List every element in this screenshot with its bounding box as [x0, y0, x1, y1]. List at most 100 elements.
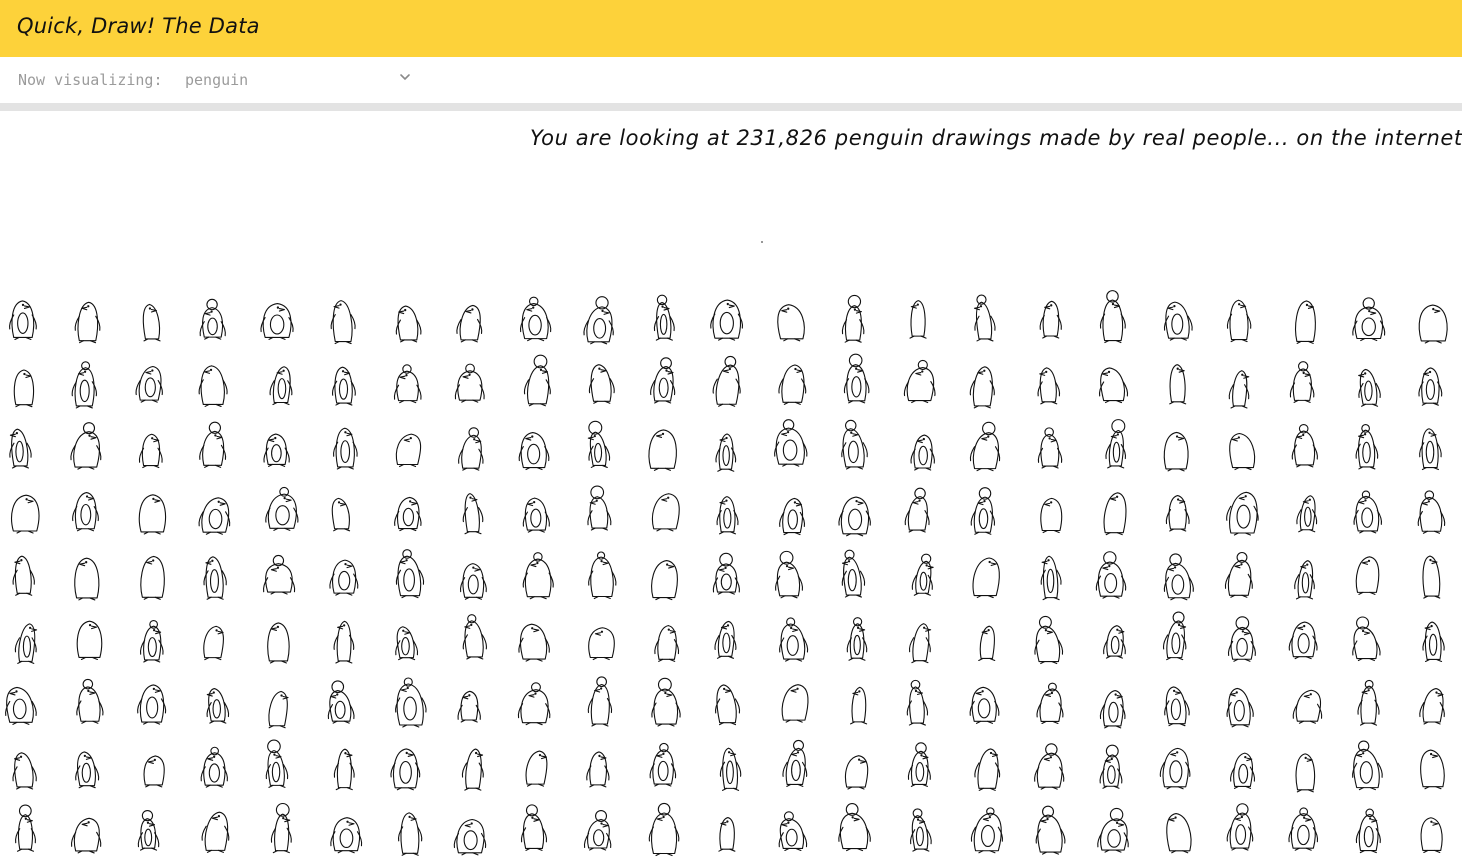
penguin-drawing[interactable]	[833, 353, 879, 412]
penguin-drawing[interactable]	[705, 355, 751, 412]
penguin-drawing[interactable]	[0, 484, 46, 540]
penguin-drawing[interactable]	[833, 419, 879, 476]
penguin-drawing[interactable]	[128, 484, 174, 540]
penguin-drawing[interactable]	[256, 292, 302, 348]
penguin-drawing[interactable]	[1346, 484, 1392, 540]
penguin-drawing[interactable]	[1282, 356, 1328, 412]
penguin-drawing[interactable]	[192, 548, 238, 604]
penguin-drawing[interactable]	[1154, 292, 1200, 348]
penguin-drawing[interactable]	[1410, 612, 1456, 668]
penguin-drawing[interactable]	[1346, 676, 1392, 732]
penguin-drawing[interactable]	[192, 292, 238, 348]
penguin-drawing[interactable]	[641, 548, 687, 604]
penguin-drawing[interactable]	[256, 356, 302, 412]
penguin-drawing[interactable]	[513, 740, 559, 796]
penguin-drawing[interactable]	[1346, 548, 1392, 604]
penguin-drawing[interactable]	[962, 356, 1008, 412]
penguin-drawing[interactable]	[449, 356, 495, 412]
penguin-drawing[interactable]	[128, 356, 174, 412]
penguin-drawing[interactable]	[1154, 676, 1200, 732]
penguin-drawing[interactable]	[833, 676, 879, 732]
penguin-drawing[interactable]	[1218, 356, 1264, 412]
penguin-drawing[interactable]	[64, 740, 110, 796]
penguin-drawing[interactable]	[769, 548, 815, 604]
penguin-drawing[interactable]	[1154, 356, 1200, 412]
app-title[interactable]: Quick, Draw! The Data	[17, 14, 260, 38]
penguin-drawing[interactable]	[385, 676, 431, 732]
penguin-drawing[interactable]	[321, 804, 367, 860]
penguin-drawing[interactable]	[1154, 611, 1200, 668]
penguin-drawing[interactable]	[0, 356, 46, 412]
penguin-drawing[interactable]	[705, 292, 751, 348]
penguin-drawing[interactable]	[962, 740, 1008, 796]
penguin-drawing[interactable]	[769, 804, 815, 860]
penguin-drawing[interactable]	[769, 419, 815, 476]
penguin-drawing[interactable]	[1154, 484, 1200, 540]
penguin-drawing[interactable]	[192, 740, 238, 796]
penguin-drawing[interactable]	[1218, 803, 1264, 860]
penguin-drawing[interactable]	[0, 420, 46, 476]
penguin-drawing[interactable]	[1026, 804, 1072, 860]
penguin-drawing[interactable]	[0, 612, 46, 668]
penguin-drawing[interactable]	[1346, 612, 1392, 668]
penguin-drawing[interactable]	[1154, 420, 1200, 476]
penguin-drawing[interactable]	[256, 676, 302, 732]
penguin-drawing[interactable]	[1218, 740, 1264, 796]
penguin-drawing[interactable]	[1282, 612, 1328, 668]
penguin-drawing[interactable]	[641, 676, 687, 732]
penguin-drawing[interactable]	[769, 484, 815, 540]
penguin-drawing[interactable]	[962, 420, 1008, 476]
penguin-drawing[interactable]	[1090, 419, 1136, 476]
penguin-drawing[interactable]	[1218, 292, 1264, 348]
penguin-drawing[interactable]	[1282, 548, 1328, 604]
penguin-drawing[interactable]	[769, 739, 815, 796]
penguin-drawing[interactable]	[449, 548, 495, 604]
penguin-drawing[interactable]	[1218, 676, 1264, 732]
penguin-drawing[interactable]	[513, 292, 559, 348]
penguin-drawing[interactable]	[256, 802, 302, 860]
penguin-drawing[interactable]	[1218, 548, 1264, 604]
penguin-drawing[interactable]	[321, 612, 367, 668]
penguin-drawing[interactable]	[449, 420, 495, 476]
penguin-drawing[interactable]	[1026, 292, 1072, 348]
penguin-drawing[interactable]	[1026, 484, 1072, 540]
penguin-drawing[interactable]	[256, 739, 302, 796]
penguin-drawing[interactable]	[385, 804, 431, 860]
penguin-drawing[interactable]	[64, 356, 110, 412]
penguin-drawing[interactable]	[513, 548, 559, 604]
penguin-drawing[interactable]	[1154, 740, 1200, 796]
penguin-drawing[interactable]	[577, 804, 623, 860]
penguin-drawing[interactable]	[1026, 740, 1072, 796]
penguin-drawing[interactable]	[64, 676, 110, 732]
penguin-drawing[interactable]	[833, 803, 879, 860]
penguin-drawing[interactable]	[321, 484, 367, 540]
penguin-drawing[interactable]	[513, 484, 559, 540]
penguin-drawing[interactable]	[449, 612, 495, 668]
penguin-drawing[interactable]	[962, 484, 1008, 540]
penguin-drawing[interactable]	[1282, 420, 1328, 476]
penguin-drawing[interactable]	[321, 420, 367, 476]
penguin-drawing[interactable]	[1026, 612, 1072, 668]
penguin-drawing[interactable]	[0, 676, 46, 732]
penguin-drawing[interactable]	[385, 356, 431, 412]
penguin-drawing[interactable]	[1410, 420, 1456, 476]
penguin-drawing[interactable]	[705, 612, 751, 668]
penguin-drawing[interactable]	[128, 612, 174, 668]
penguin-drawing[interactable]	[833, 484, 879, 540]
penguin-drawing[interactable]	[833, 548, 879, 604]
penguin-drawing[interactable]	[449, 676, 495, 732]
penguin-drawing[interactable]	[1282, 740, 1328, 796]
penguin-drawing[interactable]	[1346, 292, 1392, 348]
penguin-drawing[interactable]	[513, 676, 559, 732]
penguin-drawing[interactable]	[192, 804, 238, 860]
penguin-drawing[interactable]	[449, 292, 495, 348]
penguin-drawing[interactable]	[128, 740, 174, 796]
penguin-drawing[interactable]	[192, 484, 238, 540]
penguin-drawing[interactable]	[1090, 612, 1136, 668]
penguin-drawing[interactable]	[1410, 804, 1456, 860]
penguin-drawing[interactable]	[513, 420, 559, 476]
penguin-drawing[interactable]	[1090, 740, 1136, 796]
penguin-drawing[interactable]	[64, 420, 110, 476]
penguin-drawing[interactable]	[705, 484, 751, 540]
penguin-drawing[interactable]	[64, 292, 110, 348]
